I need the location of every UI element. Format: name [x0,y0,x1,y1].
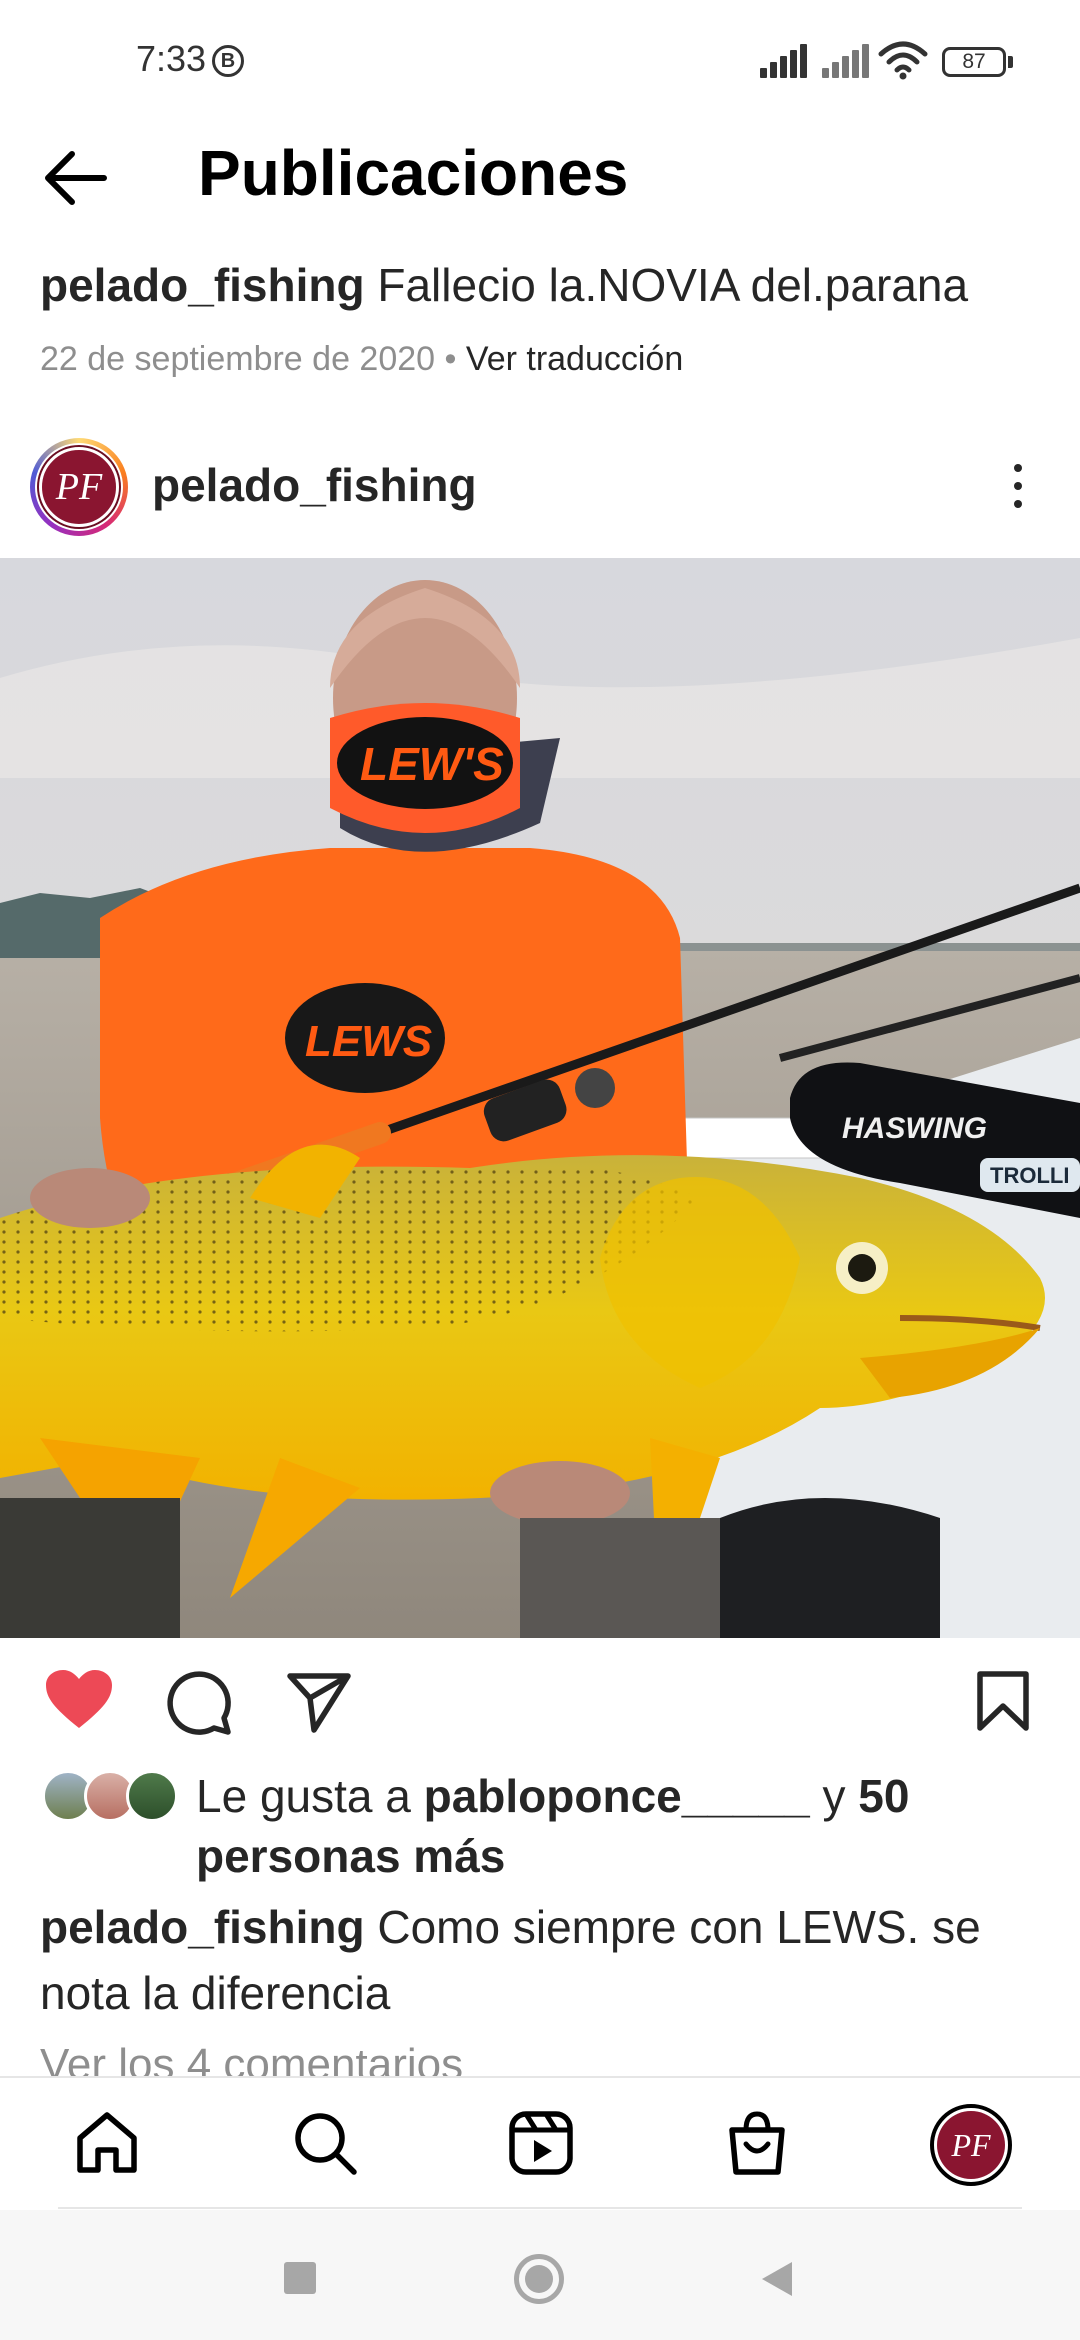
battery-tip [1008,56,1013,68]
back-button[interactable] [760,2260,794,2298]
home-button-dot [525,2265,553,2293]
wifi-icon [878,41,928,80]
search-icon[interactable] [292,2110,358,2176]
avatar-letters: PF [55,466,103,508]
status-time: 7:33 [136,38,207,79]
top-caption-username[interactable]: pelado_fishing [40,259,365,311]
likes-connector: y [822,1770,846,1822]
boat-brand-text: HASWING [842,1112,987,1145]
story-ring[interactable]: PF [30,438,128,536]
top-caption-text: Fallecio la.NOVIA del.parana [377,259,969,311]
battery-level: 87 [962,50,986,73]
recents-button[interactable] [284,2262,316,2294]
profile-avatar-image: PF [937,2111,1005,2179]
shop-icon[interactable] [724,2110,790,2176]
profile-avatar[interactable]: PF [930,2104,1012,2186]
liker-avatar [126,1770,178,1822]
send-icon[interactable] [286,1672,352,1734]
b-badge-icon: B [212,45,244,77]
nav-divider [58,2207,1022,2209]
system-navigation-bar [0,2210,1080,2340]
home-icon[interactable] [74,2110,140,2176]
signal-icon [760,44,810,78]
heart-icon[interactable] [44,1668,114,1730]
instagram-post-screen: 7:33 B 87 Publicaciones pelado_fishing F… [0,0,1080,2340]
post-username[interactable]: pelado_fishing [152,458,477,512]
battery-icon: 87 [942,47,1006,77]
avatar: PF [35,443,123,531]
boat-brand-text-2: TROLLI [990,1163,1069,1188]
post-meta: 22 de septiembre de 2020 • Ver traducció… [40,340,683,379]
page-title: Publicaciones [198,137,629,209]
top-caption: pelado_fishing Fallecio la.NOVIA del.par… [40,258,1050,312]
likes-user[interactable]: pabloponce_____ [424,1770,810,1822]
arrow-left-icon[interactable] [40,148,110,208]
post-caption: pelado_fishing Como siempre con LEWS. se… [40,1894,1050,2026]
meta-separator: • [444,340,457,378]
status-bar: 7:33 B 87 [0,0,1080,120]
post-date: 22 de septiembre de 2020 [40,340,436,378]
likes-prefix: Le gusta a [196,1770,411,1822]
mask-logo-text: LEW'S [360,738,504,790]
post-photo[interactable]: HASWING TROLLI LEWS LEW'S [0,558,1080,1638]
comment-icon[interactable] [166,1670,232,1736]
post-photo-drawing: HASWING TROLLI LEWS LEW'S [0,558,1080,1638]
more-vertical-icon[interactable] [1008,464,1028,512]
bookmark-icon[interactable] [976,1670,1030,1732]
home-button[interactable] [514,2254,564,2304]
signal-icon-2 [822,44,872,78]
reels-icon[interactable] [508,2110,574,2176]
bottom-navigation: PF [0,2076,1080,2210]
profile-avatar-letters: PF [951,2127,991,2163]
caption-username[interactable]: pelado_fishing [40,1901,365,1953]
likes-summary[interactable]: Le gusta a pabloponce_____ y 50 personas… [196,1766,1046,1886]
liker-avatars[interactable] [42,1770,182,1826]
shirt-logo-text: LEWS [305,1017,432,1066]
translate-link[interactable]: Ver traducción [466,340,683,378]
avatar-logo: PF [39,447,119,527]
